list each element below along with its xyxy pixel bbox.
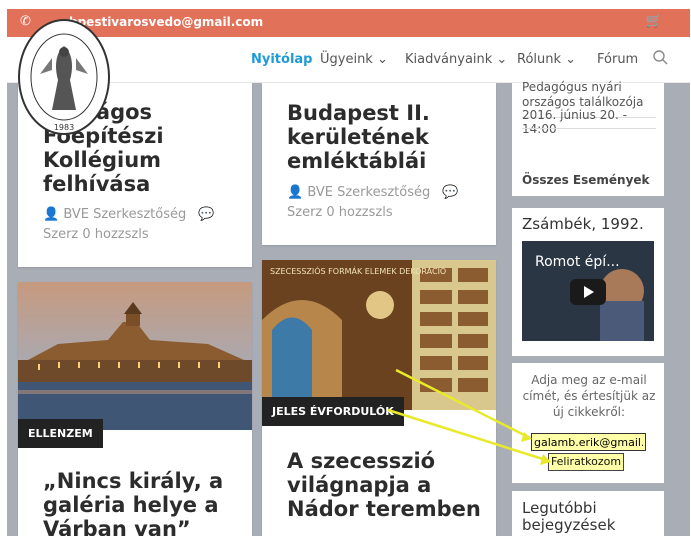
logo-year: 1983 [54, 123, 74, 132]
author-icon: 👤 [287, 185, 304, 200]
video-player[interactable]: Romot épí... [522, 241, 654, 341]
author-icon: 👤 [43, 207, 60, 222]
comment-icon: 💬 [442, 185, 459, 200]
search-icon[interactable] [652, 49, 668, 65]
subscribe-button[interactable]: Feliratkozom [548, 453, 624, 471]
nav-item-home[interactable]: Nyitólap [251, 52, 313, 67]
post-card-4[interactable]: SZECESSZIÓS FORMÁK ELEMEK DEKORÁCIÓ JELE… [262, 260, 496, 536]
all-events-link[interactable]: Összes Események [522, 173, 650, 187]
comment-icon: 💬 [198, 207, 215, 222]
post-title[interactable]: Budapest II. kerületének emléktáblái [287, 101, 487, 173]
event-date: 2016. június 20. - 14:00 [522, 108, 627, 136]
event-name[interactable]: Pedagógus nyári országos találkozója [522, 80, 656, 110]
play-button-icon[interactable] [570, 279, 606, 305]
category-badge[interactable]: JELES ÉVFORDULÓK [262, 397, 404, 426]
post-image[interactable] [18, 282, 252, 430]
video-title: Romot épí... [535, 254, 620, 270]
image-banner-text: SZECESSZIÓS FORMÁK ELEMEK DEKORÁCIÓ [270, 265, 446, 276]
divider [522, 128, 656, 129]
post-meta: 👤 BVE Szerkesztőség 💬 Szerz 0 hozzszls [43, 205, 215, 245]
post-title[interactable]: „Nincs király, a galéria helye a Várban … [43, 469, 253, 536]
nav-item-rolunk[interactable]: Rólunk ⌄ [517, 52, 576, 67]
post-comments[interactable]: Szerz 0 hozzszls [287, 205, 393, 220]
category-badge[interactable]: ELLENZEM [18, 419, 103, 448]
post-title[interactable]: A szecesszió világnapja a Nádor teremben [287, 449, 487, 521]
nav-item-ugyeink[interactable]: Ügyeink ⌄ [320, 52, 388, 67]
subscribe-text: Adja meg az e-mail címét, és értesítjük … [522, 373, 656, 419]
post-card-3[interactable]: ELLENZEM „Nincs király, a galéria helye … [18, 282, 252, 536]
recent-posts-widget: Legutóbbi bejegyzések [512, 491, 664, 536]
post-author[interactable]: BVE Szerkesztőség [63, 207, 186, 222]
video-heading: Zsámbék, 1992. [522, 215, 644, 233]
subscribe-email-input[interactable] [531, 433, 646, 451]
site-logo[interactable]: 1983 [18, 18, 110, 136]
post-card-2[interactable]: Budapest II. kerületének emléktáblái 👤 B… [262, 83, 496, 245]
nav-item-forum[interactable]: Fórum [597, 52, 638, 67]
post-author[interactable]: BVE Szerkesztőség [307, 185, 430, 200]
post-image[interactable]: SZECESSZIÓS FORMÁK ELEMEK DEKORÁCIÓ [262, 260, 496, 410]
post-meta: 👤 BVE Szerkesztőség 💬 Szerz 0 hozzszls [287, 183, 459, 223]
event-widget: Pedagógus nyári országos találkozója 2016… [512, 80, 664, 196]
nav-item-kiadvanyaink[interactable]: Kiadványaink ⌄ [405, 52, 507, 67]
post-comments[interactable]: Szerz 0 hozzszls [43, 227, 149, 242]
cart-icon[interactable]: 🛒 [646, 14, 662, 29]
recent-posts-heading: Legutóbbi bejegyzések [522, 499, 616, 534]
